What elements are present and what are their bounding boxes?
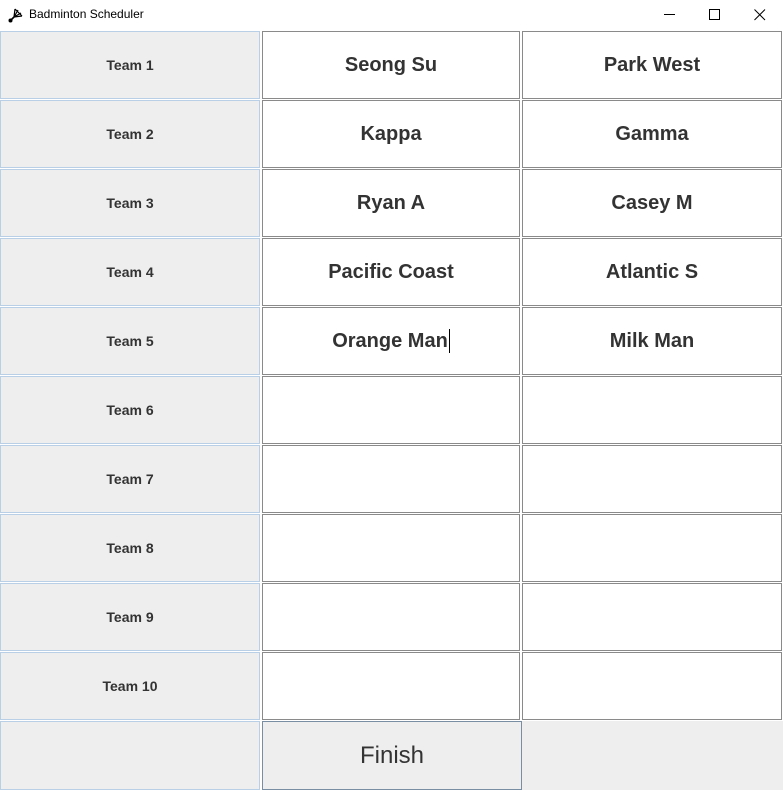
field-value: Kappa — [360, 122, 422, 145]
window-title: Badminton Scheduler — [29, 7, 144, 21]
close-icon — [754, 9, 766, 21]
field-value: Pacific Coast — [328, 260, 454, 283]
team-label: Team 10 — [0, 652, 260, 720]
team-8-player-1-field[interactable] — [262, 514, 520, 582]
team-label: Team 3 — [0, 169, 260, 237]
team-label: Team 7 — [0, 445, 260, 513]
team-1-player-2-field[interactable]: Park West — [522, 31, 782, 99]
team-label: Team 4 — [0, 238, 260, 306]
text-caret — [448, 329, 450, 353]
team-6-player-1-field[interactable] — [262, 376, 520, 444]
shuttlecock-icon — [7, 6, 25, 24]
team-2-player-2-field[interactable]: Gamma — [522, 100, 782, 168]
team-label: Team 6 — [0, 376, 260, 444]
team-2-player-1-field[interactable]: Kappa — [262, 100, 520, 168]
team-label: Team 1 — [0, 31, 260, 99]
team-4-player-2-field[interactable]: Atlantic S — [522, 238, 782, 306]
team-7-player-1-field[interactable] — [262, 445, 520, 513]
blank-panel — [0, 721, 260, 790]
team-3-player-2-field[interactable]: Casey M — [522, 169, 782, 237]
team-10-player-1-field[interactable] — [262, 652, 520, 720]
field-value: Milk Man — [609, 329, 695, 352]
title-bar[interactable]: Badminton Scheduler — [0, 0, 783, 31]
blank-panel — [522, 721, 783, 790]
team-5-player-1-field[interactable]: Orange Man — [262, 307, 520, 375]
field-value: Seong Su — [344, 53, 438, 76]
team-9-player-1-field[interactable] — [262, 583, 520, 651]
team-10-player-2-field[interactable] — [522, 652, 782, 720]
team-6-player-2-field[interactable] — [522, 376, 782, 444]
maximize-icon — [709, 9, 720, 20]
field-value: Ryan A — [356, 191, 426, 214]
close-button[interactable] — [737, 0, 783, 30]
field-value: Casey M — [611, 191, 693, 214]
team-label: Team 5 — [0, 307, 260, 375]
team-5-player-2-field[interactable]: Milk Man — [522, 307, 782, 375]
team-grid: Team 1 Seong Su Park West Team 2 Kappa G… — [0, 31, 783, 790]
minimize-button[interactable] — [647, 0, 693, 30]
team-3-player-1-field[interactable]: Ryan A — [262, 169, 520, 237]
field-value: Park West — [603, 53, 701, 76]
minimize-icon — [664, 14, 675, 15]
team-1-player-1-field[interactable]: Seong Su — [262, 31, 520, 99]
team-label: Team 2 — [0, 100, 260, 168]
maximize-button[interactable] — [692, 0, 738, 30]
team-label: Team 8 — [0, 514, 260, 582]
field-value: Atlantic S — [605, 260, 699, 283]
team-7-player-2-field[interactable] — [522, 445, 782, 513]
team-8-player-2-field[interactable] — [522, 514, 782, 582]
team-4-player-1-field[interactable]: Pacific Coast — [262, 238, 520, 306]
field-value: Gamma — [615, 122, 689, 145]
team-9-player-2-field[interactable] — [522, 583, 782, 651]
finish-button[interactable]: Finish — [262, 721, 522, 790]
team-label: Team 9 — [0, 583, 260, 651]
field-value: Orange Man — [332, 329, 448, 352]
